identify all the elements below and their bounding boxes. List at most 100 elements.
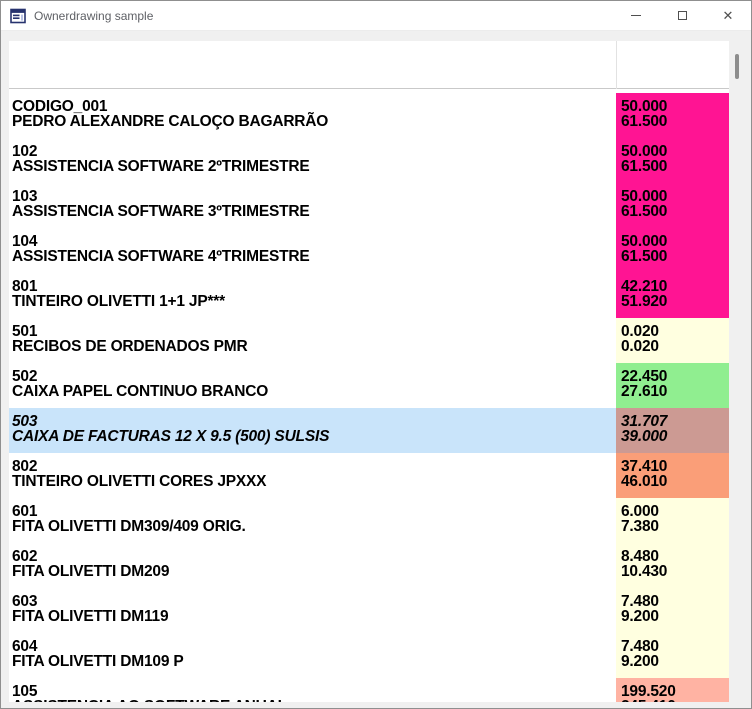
close-button[interactable]: ✕ xyxy=(705,1,751,30)
item-price-cell: 42.210 51.920 xyxy=(616,273,729,318)
list-header xyxy=(9,41,729,89)
item-text-cell: 104 ASSISTENCIA SOFTWARE 4ºTRIMESTRE xyxy=(9,228,616,273)
app-icon[interactable] xyxy=(10,8,26,24)
list-item[interactable]: 802 TINTEIRO OLIVETTI CORES JPXXX 37.410… xyxy=(9,453,729,498)
item-code: 104 xyxy=(12,234,616,249)
item-text-cell: CODIGO_001 PEDRO ALEXANDRE CALOÇO BAGARR… xyxy=(9,93,616,138)
item-description: ASSISTENCIA SOFTWARE 4ºTRIMESTRE xyxy=(12,249,616,264)
item-description: FITA OLIVETTI DM309/409 ORIG. xyxy=(12,519,616,534)
item-text-cell: 102 ASSISTENCIA SOFTWARE 2ºTRIMESTRE xyxy=(9,138,616,183)
minimize-button[interactable] xyxy=(613,1,659,30)
item-price-1: 50.000 xyxy=(621,189,729,204)
item-text-cell: 802 TINTEIRO OLIVETTI CORES JPXXX xyxy=(9,453,616,498)
item-price-1: 6.000 xyxy=(621,504,729,519)
list-item[interactable]: 503 CAIXA DE FACTURAS 12 X 9.5 (500) SUL… xyxy=(9,408,729,453)
item-price-2: 9.200 xyxy=(621,654,729,669)
item-code: 503 xyxy=(12,414,616,429)
item-price-2: 7.380 xyxy=(621,519,729,534)
header-column-divider xyxy=(616,41,617,89)
window-title: Ownerdrawing sample xyxy=(34,9,153,23)
list-item[interactable]: 103 ASSISTENCIA SOFTWARE 3ºTRIMESTRE 50.… xyxy=(9,183,729,228)
item-code: 603 xyxy=(12,594,616,609)
item-code: CODIGO_001 xyxy=(12,99,616,114)
item-price-cell: 37.410 46.010 xyxy=(616,453,729,498)
item-price-cell: 50.000 61.500 xyxy=(616,228,729,273)
item-price-1: 50.000 xyxy=(621,234,729,249)
list-item[interactable]: CODIGO_001 PEDRO ALEXANDRE CALOÇO BAGARR… xyxy=(9,93,729,138)
item-price-2: 39.000 xyxy=(621,429,729,444)
item-description: CAIXA DE FACTURAS 12 X 9.5 (500) SULSIS xyxy=(12,429,616,444)
maximize-icon xyxy=(678,11,687,20)
item-price-cell: 0.020 0.020 xyxy=(616,318,729,363)
item-price-1: 42.210 xyxy=(621,279,729,294)
item-code: 801 xyxy=(12,279,616,294)
item-price-1: 0.020 xyxy=(621,324,729,339)
item-price-cell: 50.000 61.500 xyxy=(616,183,729,228)
item-description: ASSISTENCIA SOFTWARE 2ºTRIMESTRE xyxy=(12,159,616,174)
item-price-1: 50.000 xyxy=(621,99,729,114)
item-text-cell: 103 ASSISTENCIA SOFTWARE 3ºTRIMESTRE xyxy=(9,183,616,228)
item-description: CAIXA PAPEL CONTINUO BRANCO xyxy=(12,384,616,399)
item-price-cell: 7.480 9.200 xyxy=(616,588,729,633)
item-description: FITA OLIVETTI DM109 P xyxy=(12,654,616,669)
item-price-2: 61.500 xyxy=(621,204,729,219)
list-item[interactable]: 502 CAIXA PAPEL CONTINUO BRANCO 22.450 2… xyxy=(9,363,729,408)
item-price-cell: 7.480 9.200 xyxy=(616,633,729,678)
item-text-cell: 501 RECIBOS DE ORDENADOS PMR xyxy=(9,318,616,363)
list-item[interactable]: 104 ASSISTENCIA SOFTWARE 4ºTRIMESTRE 50.… xyxy=(9,228,729,273)
minimize-icon xyxy=(631,15,641,16)
list-item[interactable]: 102 ASSISTENCIA SOFTWARE 2ºTRIMESTRE 50.… xyxy=(9,138,729,183)
owner-drawn-list: CODIGO_001 PEDRO ALEXANDRE CALOÇO BAGARR… xyxy=(9,41,729,702)
item-code: 601 xyxy=(12,504,616,519)
item-price-1: 199.520 xyxy=(621,684,729,699)
list-item[interactable]: 604 FITA OLIVETTI DM109 P 7.480 9.200 xyxy=(9,633,729,678)
item-price-2: 61.500 xyxy=(621,249,729,264)
list-item[interactable]: 105 ASSISTENCIA AO SOFTWARE ANUAL 199.52… xyxy=(9,678,729,702)
item-price-cell: 50.000 61.500 xyxy=(616,138,729,183)
item-price-1: 50.000 xyxy=(621,144,729,159)
item-description: ASSISTENCIA AO SOFTWARE ANUAL xyxy=(12,699,616,702)
item-price-1: 37.410 xyxy=(621,459,729,474)
item-price-2: 61.500 xyxy=(621,114,729,129)
close-icon: ✕ xyxy=(723,9,734,22)
item-description: PEDRO ALEXANDRE CALOÇO BAGARRÃO xyxy=(12,114,616,129)
item-description: TINTEIRO OLIVETTI CORES JPXXX xyxy=(12,474,616,489)
item-text-cell: 601 FITA OLIVETTI DM309/409 ORIG. xyxy=(9,498,616,543)
item-text-cell: 503 CAIXA DE FACTURAS 12 X 9.5 (500) SUL… xyxy=(9,408,616,453)
item-text-cell: 502 CAIXA PAPEL CONTINUO BRANCO xyxy=(9,363,616,408)
item-description: RECIBOS DE ORDENADOS PMR xyxy=(12,339,616,354)
item-code: 604 xyxy=(12,639,616,654)
item-code: 102 xyxy=(12,144,616,159)
item-price-2: 61.500 xyxy=(621,159,729,174)
titlebar: Ownerdrawing sample ✕ xyxy=(1,1,751,31)
item-price-1: 7.480 xyxy=(621,594,729,609)
item-price-cell: 50.000 61.500 xyxy=(616,93,729,138)
item-price-2: 9.200 xyxy=(621,609,729,624)
item-text-cell: 105 ASSISTENCIA AO SOFTWARE ANUAL xyxy=(9,678,616,702)
item-code: 502 xyxy=(12,369,616,384)
item-code: 501 xyxy=(12,324,616,339)
item-price-2: 27.610 xyxy=(621,384,729,399)
item-price-2: 46.010 xyxy=(621,474,729,489)
item-price-1: 7.480 xyxy=(621,639,729,654)
list-item[interactable]: 501 RECIBOS DE ORDENADOS PMR 0.020 0.020 xyxy=(9,318,729,363)
item-text-cell: 603 FITA OLIVETTI DM119 xyxy=(9,588,616,633)
item-text-cell: 604 FITA OLIVETTI DM109 P xyxy=(9,633,616,678)
list-item[interactable]: 601 FITA OLIVETTI DM309/409 ORIG. 6.000 … xyxy=(9,498,729,543)
item-price-2: 51.920 xyxy=(621,294,729,309)
list-item[interactable]: 603 FITA OLIVETTI DM119 7.480 9.200 xyxy=(9,588,729,633)
item-description: TINTEIRO OLIVETTI 1+1 JP*** xyxy=(12,294,616,309)
item-description: ASSISTENCIA SOFTWARE 3ºTRIMESTRE xyxy=(12,204,616,219)
item-price-cell: 6.000 7.380 xyxy=(616,498,729,543)
item-description: FITA OLIVETTI DM209 xyxy=(12,564,616,579)
list-item[interactable]: 801 TINTEIRO OLIVETTI 1+1 JP*** 42.210 5… xyxy=(9,273,729,318)
item-price-1: 31.707 xyxy=(621,414,729,429)
item-code: 105 xyxy=(12,684,616,699)
list-item[interactable]: 602 FITA OLIVETTI DM209 8.480 10.430 xyxy=(9,543,729,588)
titlebar-buttons: ✕ xyxy=(613,1,751,30)
scrollbar-thumb[interactable] xyxy=(735,54,739,79)
maximize-button[interactable] xyxy=(659,1,705,30)
item-code: 602 xyxy=(12,549,616,564)
item-price-cell: 199.520 245.410 xyxy=(616,678,729,702)
list-body: CODIGO_001 PEDRO ALEXANDRE CALOÇO BAGARR… xyxy=(9,89,729,702)
